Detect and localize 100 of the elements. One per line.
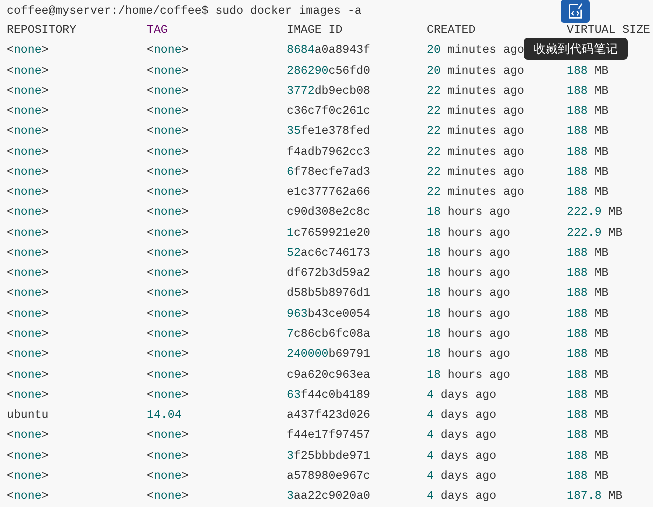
table-cell: <none> bbox=[7, 490, 49, 504]
table-cell: <none> bbox=[147, 64, 189, 78]
table-cell: 188 MB bbox=[567, 64, 609, 78]
table-cell: 3772db9ecb08 bbox=[287, 84, 371, 98]
code-document-icon bbox=[568, 3, 583, 20]
column-header: TAG bbox=[147, 24, 168, 37]
table-cell: <none> bbox=[7, 125, 49, 138]
table-cell: 4 days ago bbox=[427, 429, 497, 442]
table-cell: 188 MB bbox=[567, 166, 609, 179]
table-cell: <none> bbox=[147, 470, 189, 483]
table-cell: 6f78ecfe7ad3 bbox=[287, 166, 370, 179]
table-cell: 188 MB bbox=[567, 146, 609, 159]
table-cell: 188 MB bbox=[567, 409, 609, 422]
table-cell: <none> bbox=[147, 308, 189, 321]
table-cell: <none> bbox=[147, 125, 189, 138]
table-cell: <none> bbox=[7, 84, 49, 98]
table-cell: 18 hours ago bbox=[427, 328, 510, 341]
column-header: REPOSITORY bbox=[7, 24, 77, 37]
table-cell: 188 MB bbox=[567, 186, 609, 200]
table-cell: <none> bbox=[7, 146, 49, 159]
table-cell: df672b3d59a2 bbox=[287, 267, 370, 280]
table-cell: <none> bbox=[7, 328, 49, 341]
table-cell: 18 hours ago bbox=[427, 308, 510, 321]
table-cell: <none> bbox=[147, 287, 189, 300]
table-cell: <none> bbox=[147, 84, 189, 98]
table-cell: <none> bbox=[147, 267, 189, 280]
table-cell: <none> bbox=[7, 287, 49, 300]
table-cell: <none> bbox=[7, 308, 49, 321]
table-cell: 222.9 MB bbox=[567, 206, 623, 220]
table-cell: c36c7f0c261c bbox=[287, 105, 370, 118]
table-cell: 22 minutes ago bbox=[427, 166, 524, 179]
table-cell: 188 MB bbox=[567, 470, 609, 483]
table-cell: 188 MB bbox=[567, 348, 609, 362]
table-cell: 3f25bbbde971 bbox=[287, 450, 370, 463]
command-line: coffee@myserver:/home/coffee$ sudo docker images -a bbox=[7, 5, 362, 18]
table-cell: ubuntu bbox=[7, 409, 49, 422]
table-cell: 4 days ago bbox=[427, 450, 497, 463]
tooltip: 收藏到代码笔记 bbox=[524, 38, 628, 60]
code-note-button[interactable] bbox=[561, 0, 590, 23]
table-cell: 188 MB bbox=[567, 308, 609, 321]
table-cell: 18 hours ago bbox=[427, 368, 510, 382]
column-header: IMAGE ID bbox=[287, 24, 343, 37]
table-cell: 286290c56fd0 bbox=[287, 64, 370, 78]
table-cell: d58b5b8976d1 bbox=[287, 287, 370, 300]
table-cell: 20 minutes ago bbox=[427, 44, 524, 58]
table-cell: <none> bbox=[7, 388, 49, 402]
table-cell: 14.04 bbox=[147, 409, 182, 422]
table-cell: 18 hours ago bbox=[427, 287, 510, 300]
table-cell: <none> bbox=[147, 146, 189, 159]
table-cell: 22 minutes ago bbox=[427, 186, 524, 200]
table-cell: <none> bbox=[147, 388, 189, 402]
table-cell: 188 MB bbox=[567, 450, 609, 463]
table-cell: <none> bbox=[147, 226, 189, 240]
table-cell: 20 minutes ago bbox=[427, 64, 524, 78]
table-cell: 22 minutes ago bbox=[427, 146, 524, 159]
table-cell: <none> bbox=[147, 186, 189, 200]
table-cell: 8684a0a8943f bbox=[287, 44, 371, 58]
table-cell: <none> bbox=[147, 368, 189, 382]
table-cell: 188 MB bbox=[567, 125, 609, 138]
table-cell: 18 hours ago bbox=[427, 226, 510, 240]
table-cell: <none> bbox=[147, 429, 189, 442]
table-cell: <none> bbox=[147, 348, 189, 362]
table-cell: <none> bbox=[147, 450, 189, 463]
table-cell: 187.8 MB bbox=[567, 490, 623, 504]
table-cell: 4 days ago bbox=[427, 470, 497, 483]
table-cell: 188 MB bbox=[567, 267, 609, 280]
table-cell: 188 MB bbox=[567, 287, 609, 300]
table-cell: <none> bbox=[147, 105, 189, 118]
table-cell: 22 minutes ago bbox=[427, 84, 524, 98]
table-cell: <none> bbox=[7, 226, 49, 240]
table-cell: <none> bbox=[7, 429, 49, 442]
table-cell: <none> bbox=[147, 206, 189, 220]
table-cell: 240000b69791 bbox=[287, 348, 370, 362]
table-cell: 188 MB bbox=[567, 429, 609, 442]
table-cell: <none> bbox=[7, 105, 49, 118]
table-cell: <none> bbox=[7, 368, 49, 382]
table-cell: <none> bbox=[147, 328, 189, 341]
table-cell: f44e17f97457 bbox=[287, 429, 370, 442]
column-header: CREATED bbox=[427, 24, 476, 37]
table-cell: 18 hours ago bbox=[427, 348, 510, 362]
table-cell: 4 days ago bbox=[427, 409, 497, 422]
table-cell: 1c7659921e20 bbox=[287, 226, 370, 240]
table-cell: 188 MB bbox=[567, 84, 609, 98]
table-cell: 4 days ago bbox=[427, 388, 497, 402]
table-cell: c90d308e2c8c bbox=[287, 206, 370, 220]
table-cell: <none> bbox=[7, 470, 49, 483]
table-cell: 7c86cb6fc08a bbox=[287, 328, 370, 341]
table-cell: 63f44c0b4189 bbox=[287, 388, 370, 402]
table-cell: <none> bbox=[147, 44, 189, 58]
table-cell: <none> bbox=[147, 490, 189, 504]
table-cell: <none> bbox=[147, 246, 189, 260]
table-cell: <none> bbox=[7, 64, 49, 78]
table-cell: 963b43ce0054 bbox=[287, 308, 370, 321]
table-cell: 4 days ago bbox=[427, 490, 497, 504]
table-cell: a578980e967c bbox=[287, 470, 370, 483]
table-cell: 188 MB bbox=[567, 328, 609, 341]
table-cell: <none> bbox=[147, 166, 189, 179]
table-cell: <none> bbox=[7, 348, 49, 362]
table-cell: e1c377762a66 bbox=[287, 186, 370, 200]
table-cell: 188 MB bbox=[567, 246, 609, 260]
